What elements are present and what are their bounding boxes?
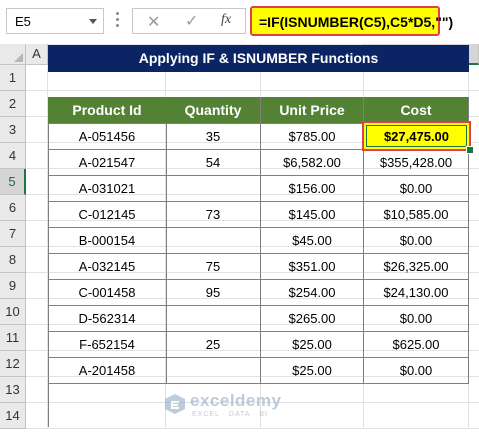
drag-handle-icon[interactable]	[116, 12, 120, 30]
active-cell[interactable]: $27,475.00	[362, 121, 474, 154]
product-id-cell[interactable]: A-031021	[48, 175, 167, 202]
unit-price-cell[interactable]: $254.00	[261, 279, 364, 306]
unit-price-cell[interactable]: $265.00	[261, 305, 364, 332]
watermark-tagline: EXCEL · DATA · BI	[192, 411, 268, 418]
row-header-4[interactable]: 4	[0, 143, 26, 169]
quantity-cell[interactable]	[166, 175, 261, 202]
quantity-cell[interactable]: 75	[166, 253, 261, 280]
column-header-a[interactable]: A	[26, 44, 48, 65]
row-gridline	[26, 90, 479, 91]
sheet-title: Applying IF & ISNUMBER Functions	[48, 45, 469, 72]
row-gridline	[26, 428, 479, 429]
watermark: exceldemy EXCEL · DATA · BI	[164, 389, 334, 425]
cost-cell[interactable]: $26,325.00	[364, 253, 469, 280]
insert-function-icon[interactable]: fx	[221, 12, 231, 28]
unit-price-cell[interactable]: $25.00	[261, 357, 364, 384]
unit-price-cell[interactable]: $6,582.00	[261, 149, 364, 176]
cost-cell[interactable]: $24,130.00	[364, 279, 469, 306]
header-cell[interactable]: Cost	[364, 97, 469, 124]
product-id-cell[interactable]: C-012145	[48, 201, 167, 228]
product-id-cell[interactable]: F-652154	[48, 331, 167, 358]
product-id-cell[interactable]: C-001458	[48, 279, 167, 306]
quantity-cell[interactable]: 73	[166, 201, 261, 228]
row-header-11[interactable]: 11	[0, 325, 26, 351]
quantity-cell[interactable]	[166, 357, 261, 384]
quantity-cell[interactable]	[166, 227, 261, 254]
quantity-cell[interactable]: 25	[166, 331, 261, 358]
product-id-cell[interactable]: A-032145	[48, 253, 167, 280]
quantity-cell[interactable]: 95	[166, 279, 261, 306]
cost-cell[interactable]: $10,585.00	[364, 201, 469, 228]
formula-buttons: ✕ ✓ fx	[132, 8, 246, 34]
product-id-cell[interactable]: A-201458	[48, 357, 167, 384]
row-header-7[interactable]: 7	[0, 221, 26, 247]
unit-price-cell[interactable]: $45.00	[261, 227, 364, 254]
row-header-13[interactable]: 13	[0, 377, 26, 403]
product-id-cell[interactable]: B-000154	[48, 227, 167, 254]
unit-price-cell[interactable]: $351.00	[261, 253, 364, 280]
row-header-2[interactable]: 2	[0, 91, 26, 117]
row-header-8[interactable]: 8	[0, 247, 26, 273]
quantity-cell[interactable]	[166, 305, 261, 332]
unit-price-cell[interactable]: $25.00	[261, 331, 364, 358]
name-box-value: E5	[15, 14, 31, 29]
watermark-name: exceldemy	[190, 391, 282, 410]
row-header-6[interactable]: 6	[0, 195, 26, 221]
cost-cell[interactable]: $355,428.00	[364, 149, 469, 176]
active-cell-border	[366, 125, 467, 147]
cost-cell[interactable]: $0.00	[364, 227, 469, 254]
cost-cell[interactable]: $0.00	[364, 305, 469, 332]
cost-cell[interactable]: $0.00	[364, 357, 469, 384]
enter-icon[interactable]: ✓	[185, 11, 198, 31]
cost-cell[interactable]: $0.00	[364, 175, 469, 202]
row-header-12[interactable]: 12	[0, 351, 26, 377]
row-header-3[interactable]: 3	[0, 117, 26, 143]
name-box[interactable]: E5	[6, 8, 104, 34]
unit-price-cell[interactable]: $145.00	[261, 201, 364, 228]
product-id-cell[interactable]: A-021547	[48, 149, 167, 176]
unit-price-cell[interactable]: $785.00	[261, 123, 364, 150]
product-id-cell[interactable]: A-051456	[48, 123, 167, 150]
formula-text: =IF(ISNUMBER(C5),C5*D5,"")	[259, 14, 454, 30]
row-header-10[interactable]: 10	[0, 299, 26, 325]
cost-cell[interactable]: $625.00	[364, 331, 469, 358]
exceldemy-logo-icon	[165, 394, 185, 414]
chevron-down-icon[interactable]	[89, 19, 97, 24]
row-header-9[interactable]: 9	[0, 273, 26, 299]
fill-handle[interactable]	[466, 146, 474, 154]
header-cell[interactable]: Product Id	[48, 97, 167, 124]
row-header-5[interactable]: 5	[0, 169, 26, 195]
product-id-cell[interactable]: D-562314	[48, 305, 167, 332]
quantity-cell[interactable]: 35	[166, 123, 261, 150]
cancel-icon[interactable]: ✕	[147, 12, 160, 32]
header-cell[interactable]: Quantity	[166, 97, 261, 124]
unit-price-cell[interactable]: $156.00	[261, 175, 364, 202]
select-all-button[interactable]	[0, 44, 26, 65]
formula-input[interactable]: =IF(ISNUMBER(C5),C5*D5,"")	[250, 6, 453, 36]
header-cell[interactable]: Unit Price	[261, 97, 364, 124]
row-header-1[interactable]: 1	[0, 65, 26, 91]
formula-bar: E5 ✕ ✓ fx =IF(ISNUMBER(C5),C5*D5,"")	[0, 0, 479, 45]
row-header-14[interactable]: 14	[0, 403, 26, 429]
quantity-cell[interactable]: 54	[166, 149, 261, 176]
data-table: Product Id Quantity Unit Price Cost A-051456…	[48, 97, 474, 427]
